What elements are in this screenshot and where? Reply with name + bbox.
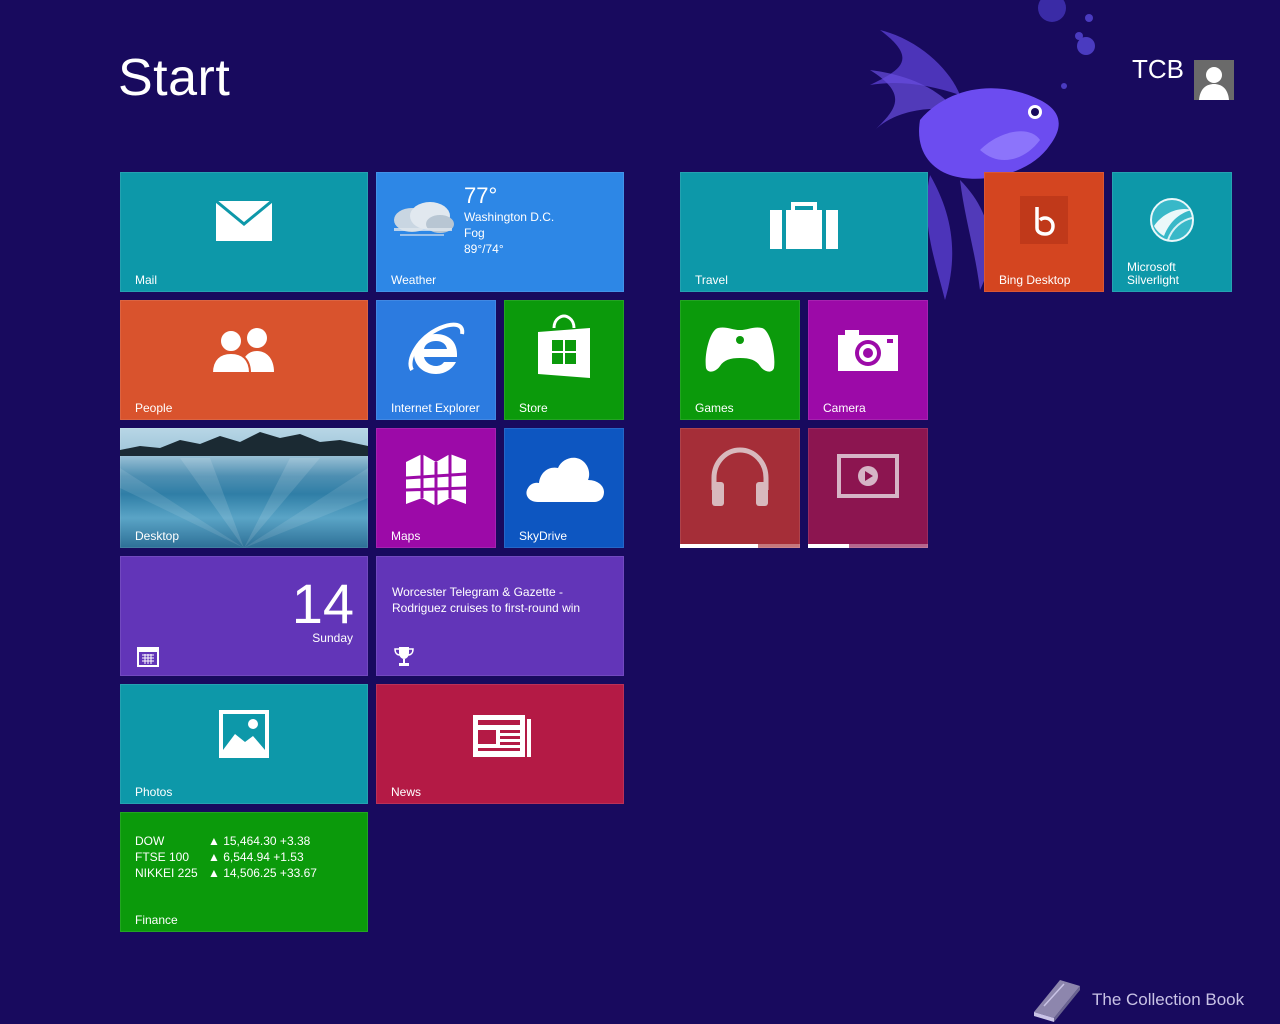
video-play-icon: [837, 454, 899, 498]
camera-label: Camera: [823, 400, 866, 415]
games-tile[interactable]: Games: [680, 300, 800, 420]
news-label: News: [391, 784, 422, 799]
watermark-text: The Collection Book: [1092, 990, 1245, 1009]
user-name[interactable]: TCB: [1132, 56, 1184, 82]
finance-index-name: NIKKEI 225: [135, 866, 198, 880]
weather-city: Washington D.C.: [464, 210, 555, 224]
weather-tile[interactable]: 77° Washington D.C. Fog 89°/74° Weather: [376, 172, 624, 292]
maps-label: Maps: [391, 528, 421, 543]
start-screen: Start TCB Mail 77° Washington D.C. Fog 8…: [0, 0, 1280, 1024]
mail-label: Mail: [135, 272, 158, 287]
people-label: People: [135, 400, 173, 415]
finance-label: Finance: [135, 912, 178, 927]
ie-logo-icon: [408, 322, 465, 374]
photo-icon: [219, 710, 269, 758]
headphones-icon: [711, 447, 769, 506]
video-progress-fill: [808, 544, 849, 548]
calendar-weekday: Sunday: [312, 631, 353, 645]
bing-logo-icon: [1020, 196, 1068, 244]
cloud-fog-icon: [394, 202, 454, 236]
music-progress-fill: [680, 544, 758, 548]
xbox-controller-icon: [705, 327, 775, 372]
calendar-day: 14: [291, 572, 354, 635]
weather-temperature: 77°: [464, 183, 498, 208]
map-icon: [406, 454, 466, 506]
finance-row: NIKKEI 225 ▲ 14,506.25 +33.67: [135, 867, 317, 879]
finance-tile[interactable]: DOW ▲ 15,464.30 +3.38 FTSE 100 ▲ 6,544.94 …: [120, 812, 368, 932]
internet-explorer-tile[interactable]: Internet Explorer: [376, 300, 496, 420]
bing-desktop-tile[interactable]: Bing Desktop: [984, 172, 1104, 292]
cloud-icon: [526, 457, 604, 502]
weather-range: 89°/74°: [464, 242, 504, 256]
camera-icon: [838, 330, 898, 371]
page-title: Start: [118, 49, 231, 107]
silverlight-logo-icon: [1150, 198, 1194, 242]
weather-label: Weather: [391, 272, 437, 287]
bing-desktop-label: Bing Desktop: [999, 272, 1071, 287]
silverlight-label: Microsoft Silverlight: [1127, 259, 1180, 287]
store-tile[interactable]: Store: [504, 300, 624, 420]
envelope-icon: [215, 200, 273, 241]
desktop-label: Desktop: [135, 528, 180, 543]
finance-index-name: DOW: [135, 834, 165, 848]
sports-headline: Worcester Telegram & Gazette - Rodriguez…: [392, 585, 581, 615]
finance-index-value: ▲ 6,544.94 +1.53: [208, 850, 304, 864]
music-tile[interactable]: [680, 428, 800, 548]
games-label: Games: [695, 400, 734, 415]
finance-index-value: ▲ 14,506.25 +33.67: [208, 866, 317, 880]
user-avatar[interactable]: [1194, 60, 1234, 100]
skydrive-label: SkyDrive: [519, 528, 568, 543]
silverlight-tile[interactable]: Microsoft Silverlight: [1112, 172, 1232, 292]
news-tile[interactable]: News: [376, 684, 624, 804]
travel-tile[interactable]: Travel: [680, 172, 928, 292]
photos-tile[interactable]: Photos: [120, 684, 368, 804]
video-tile[interactable]: [808, 428, 928, 548]
finance-index-name: FTSE 100: [135, 850, 190, 864]
camera-tile[interactable]: Camera: [808, 300, 928, 420]
photos-label: Photos: [135, 784, 173, 799]
book-icon: [1034, 980, 1080, 1022]
people-tile[interactable]: People: [120, 300, 368, 420]
video-progress-bar: [808, 544, 928, 548]
maps-tile[interactable]: Maps: [376, 428, 496, 548]
store-label: Store: [519, 400, 548, 415]
weather-condition: Fog: [464, 226, 485, 240]
finance-row: DOW ▲ 15,464.30 +3.38: [135, 835, 310, 847]
suitcase-icon: [770, 202, 838, 249]
finance-index-value: ▲ 15,464.30 +3.38: [208, 834, 311, 848]
newspaper-icon: [473, 715, 531, 757]
desktop-tile[interactable]: Desktop: [120, 428, 368, 548]
user-silhouette-icon: [1199, 67, 1229, 100]
store-bag-icon: [538, 314, 590, 378]
sports-tile[interactable]: Worcester Telegram & Gazette - Rodriguez…: [376, 556, 624, 676]
music-progress-bar: [680, 544, 800, 548]
mail-tile[interactable]: Mail: [120, 172, 368, 292]
skydrive-tile[interactable]: SkyDrive: [504, 428, 624, 548]
calendar-icon: [137, 647, 159, 667]
watermark: The Collection Book: [1030, 974, 1270, 1022]
finance-row: FTSE 100 ▲ 6,544.94 +1.53: [135, 851, 304, 863]
people-icon: [211, 328, 274, 374]
trophy-icon: [394, 647, 414, 666]
calendar-tile[interactable]: 14 Sunday: [120, 556, 368, 676]
internet-explorer-label: Internet Explorer: [391, 400, 480, 415]
travel-label: Travel: [695, 272, 728, 287]
